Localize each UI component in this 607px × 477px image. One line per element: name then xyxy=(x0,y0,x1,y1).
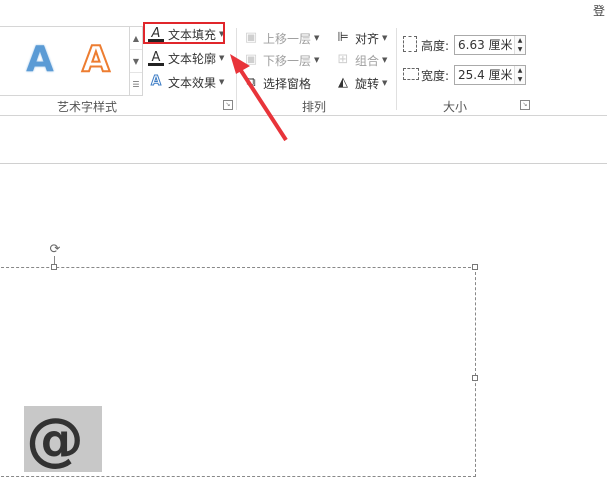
text-outline-button[interactable]: A 文本轮廓 ▼ xyxy=(148,48,224,68)
height-icon xyxy=(403,36,417,52)
width-icon xyxy=(403,68,419,80)
resize-handle[interactable] xyxy=(51,264,57,270)
text-effects-label: 文本效果 xyxy=(168,75,217,90)
align-icon: ⊫ xyxy=(337,30,349,45)
chevron-down-icon: ▼ xyxy=(219,54,225,62)
resize-handle[interactable] xyxy=(472,375,478,381)
group-icon: ⊞ xyxy=(337,52,349,67)
text-effects-icon: A xyxy=(150,74,162,90)
gallery-more-icon[interactable]: ☰ xyxy=(130,73,142,95)
width-label: 宽度: xyxy=(421,69,450,83)
bring-forward-label: 上移一层 xyxy=(263,31,312,46)
height-value: 6.63 厘米 xyxy=(458,38,513,52)
width-spinner[interactable]: ▲ ▼ xyxy=(514,66,525,84)
highlight-box xyxy=(143,22,225,44)
selection-pane-button[interactable]: ⧉ 选择窗格 xyxy=(243,73,311,93)
rotate-label: 旋转 xyxy=(355,76,380,91)
ribbon: 登 A A ▲ ▼ ☰ A 文本填充 ▼ A 文本轮廓 ▼ A 文本效果 ▼ 艺… xyxy=(0,0,607,116)
gallery-scrollbar[interactable]: ▲ ▼ ☰ xyxy=(129,27,142,95)
width-value: 25.4 厘米 xyxy=(458,68,513,82)
bring-forward-icon: ▣ xyxy=(244,30,258,45)
height-input[interactable]: 6.63 厘米 ▲ ▼ xyxy=(454,35,526,55)
send-backward-button[interactable]: ▣ 下移一层 ▼ xyxy=(243,50,320,70)
text-outline-icon: A xyxy=(148,50,164,66)
text-effects-button[interactable]: A 文本效果 ▼ xyxy=(148,72,224,92)
width-input[interactable]: 25.4 厘米 ▲ ▼ xyxy=(454,65,526,85)
chevron-down-icon: ▼ xyxy=(314,56,320,64)
chevron-down-icon: ▼ xyxy=(219,78,225,86)
wordart-style-blue[interactable]: A xyxy=(26,39,54,80)
scroll-up-icon[interactable]: ▲ xyxy=(130,27,142,50)
size-group-label: 大小 xyxy=(443,100,468,114)
group-divider xyxy=(396,28,397,110)
height-label: 高度: xyxy=(421,39,450,53)
arrange-group-label: 排列 xyxy=(302,100,327,114)
height-spinner[interactable]: ▲ ▼ xyxy=(514,36,525,54)
login-link[interactable]: 登 xyxy=(593,2,605,19)
rotate-icon: ◭ xyxy=(338,75,348,90)
chevron-down-icon: ▼ xyxy=(382,79,388,87)
chevron-down-icon: ▼ xyxy=(382,56,388,64)
bring-forward-button[interactable]: ▣ 上移一层 ▼ xyxy=(243,28,320,48)
wordart-group-label: 艺术字样式 xyxy=(57,100,118,114)
selection-pane-label: 选择窗格 xyxy=(263,76,312,91)
chevron-down-icon: ▼ xyxy=(314,34,320,42)
chevron-down-icon: ▼ xyxy=(382,34,388,42)
align-button[interactable]: ⊫ 对齐 ▼ xyxy=(335,28,387,48)
align-label: 对齐 xyxy=(355,31,380,46)
rotate-button[interactable]: ◭ 旋转 ▼ xyxy=(335,73,387,93)
resize-handle[interactable] xyxy=(472,264,478,270)
selection-pane-icon: ⧉ xyxy=(246,75,256,90)
wordart-gallery[interactable]: A A ▲ ▼ ☰ xyxy=(0,26,143,96)
scroll-down-icon[interactable]: ▼ xyxy=(130,50,142,73)
dialog-launcher-icon[interactable]: ↘ xyxy=(223,100,233,110)
dialog-launcher-icon[interactable]: ↘ xyxy=(520,100,530,110)
text-outline-label: 文本轮廓 xyxy=(168,51,217,66)
rotate-handle-icon[interactable]: ⟳ xyxy=(48,243,62,257)
send-backward-icon: ▣ xyxy=(244,52,258,67)
group-divider xyxy=(236,28,237,110)
group-label: 组合 xyxy=(355,53,380,68)
group-button[interactable]: ⊞ 组合 ▼ xyxy=(335,50,388,70)
send-backward-label: 下移一层 xyxy=(263,53,312,68)
wordart-style-orange[interactable]: A xyxy=(81,38,111,81)
at-symbol: @ xyxy=(26,405,84,473)
